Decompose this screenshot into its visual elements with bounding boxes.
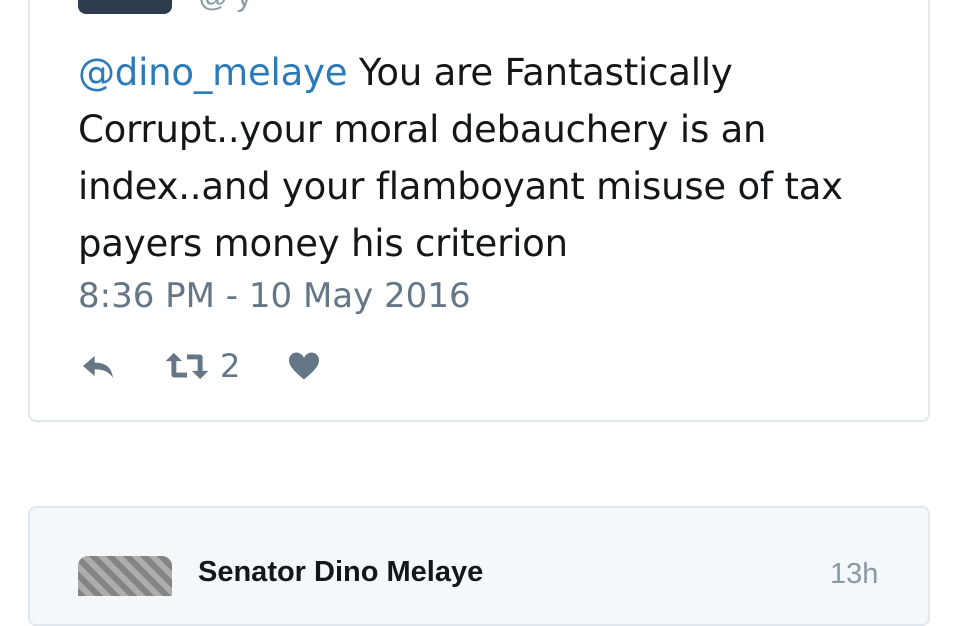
retweet-count: 2 — [220, 347, 241, 385]
reply-button[interactable] — [78, 346, 118, 386]
reply-icon — [78, 346, 118, 386]
avatar[interactable] — [78, 0, 172, 14]
retweet-button[interactable]: 2 — [164, 346, 240, 386]
tweet-timestamp[interactable]: 8:36 PM - 10 May 2016 — [78, 276, 471, 316]
author-name[interactable]: Senator Dino Melaye — [198, 556, 483, 589]
heart-icon — [286, 346, 322, 386]
author-handle[interactable]: @ y — [198, 0, 252, 14]
retweet-icon — [164, 346, 210, 386]
avatar[interactable] — [78, 556, 172, 596]
tweet-time-ago[interactable]: 13h — [830, 558, 878, 591]
like-button[interactable] — [286, 346, 322, 386]
mention-link[interactable]: @dino_melaye — [78, 51, 348, 94]
tweet-text: @dino_melaye You are Fantastically Corru… — [78, 44, 898, 272]
